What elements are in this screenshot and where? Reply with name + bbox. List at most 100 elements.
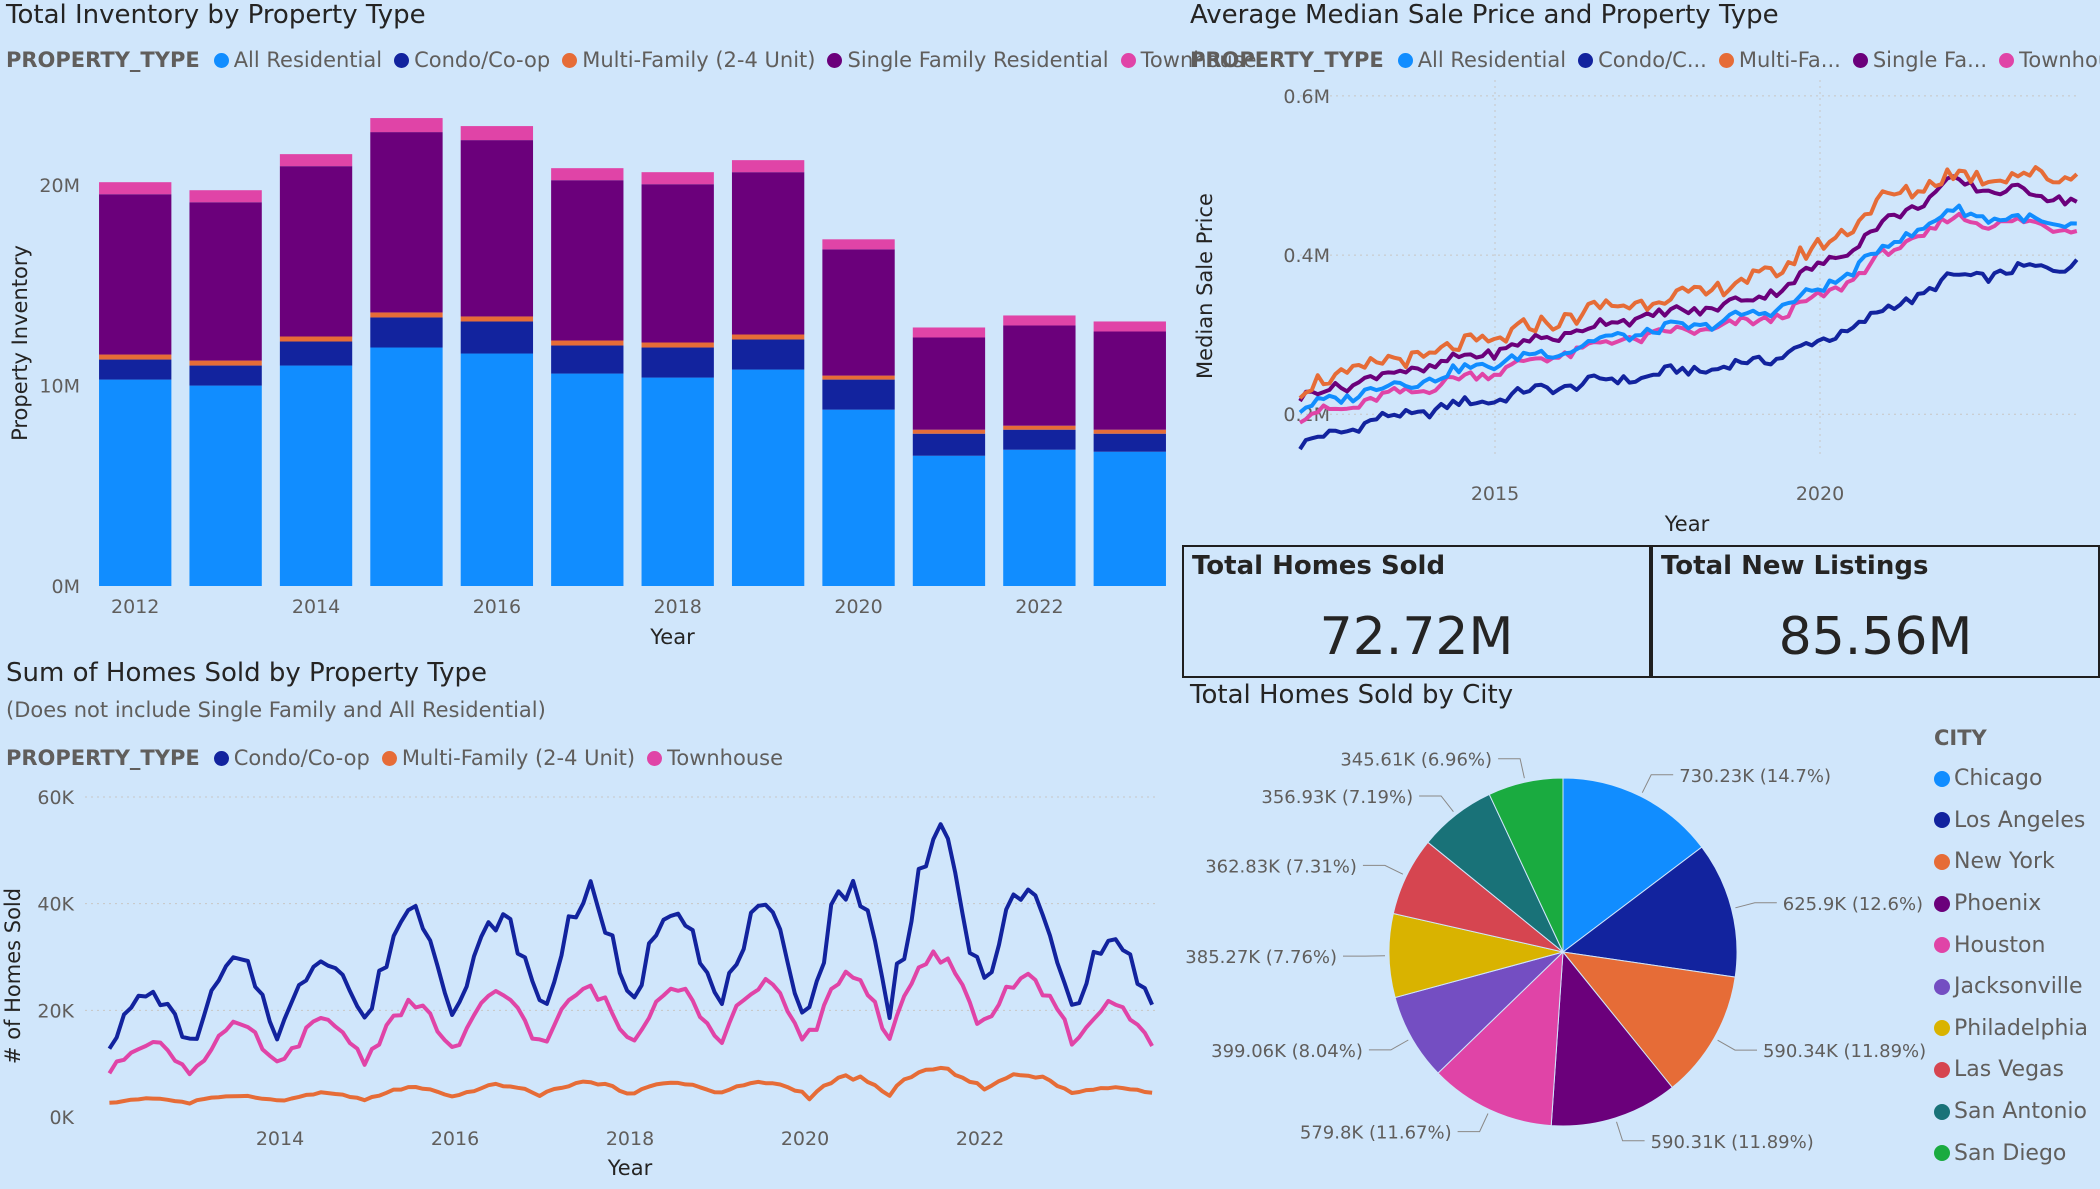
bar-segment (551, 373, 624, 586)
bar-segment (99, 182, 172, 195)
y-axis-title: # of Homes Sold (1, 888, 25, 1064)
bar-segment (460, 353, 534, 586)
bar-segment (99, 354, 172, 360)
bar-segment (1093, 321, 1166, 332)
legend-item[interactable]: San Diego (1934, 1132, 2088, 1174)
bar-segment (460, 316, 534, 322)
bar-segment (370, 317, 443, 348)
legend-item[interactable]: Philadelphia (1934, 1008, 2088, 1050)
bar-segment (1093, 331, 1166, 430)
bar-segment (912, 429, 986, 434)
x-tick-label: 2014 (292, 596, 340, 618)
legend-dot-icon (1934, 1145, 1950, 1162)
x-axis-title: Year (1664, 512, 1710, 536)
city-legend: CITY Chicago Los Angeles New York Phoenix Ho… (1934, 726, 2088, 1174)
data-label: 590.34K (11.89%) (1763, 1041, 1926, 1062)
data-label: 356.93K (7.19%) (1261, 787, 1413, 808)
legend-item[interactable]: Los Angeles (1934, 800, 2088, 842)
leader-line (1498, 758, 1525, 779)
price-visual[interactable]: Average Median Sale Price and Property T… (1184, 0, 2100, 540)
bar-segment (912, 455, 986, 586)
bar-segment (460, 321, 534, 354)
inventory-visual[interactable]: Total Inventory by Property Type PROPERT… (0, 0, 1257, 655)
x-tick-label: 2016 (431, 1128, 479, 1150)
y-tick-label: 20M (39, 175, 80, 197)
bar-segment (370, 312, 443, 318)
legend-item[interactable]: Jacksonville (1934, 966, 2088, 1008)
bar-segment (189, 385, 262, 586)
leader-line (1641, 774, 1674, 793)
leader-line (1457, 1113, 1489, 1133)
legend-dot-icon (1934, 1103, 1950, 1120)
bar-segment (731, 339, 805, 370)
price-line-chart[interactable]: 0.2M0.4M0.6M2015 2020YearMedian Sale Pric… (1184, 0, 2100, 540)
bar-segment (279, 365, 353, 586)
legend-dot-icon (1934, 937, 1950, 954)
legend-label: Houston (1954, 932, 2046, 958)
leader-line (1616, 1121, 1645, 1142)
y-tick-label: 0K (49, 1107, 74, 1129)
bar-segment (370, 132, 443, 313)
x-tick-label: 2016 (473, 596, 521, 618)
bar-segment (279, 336, 353, 342)
bar-segment (551, 345, 624, 374)
bar-segment (912, 337, 986, 430)
data-label: 730.23K (14.7%) (1679, 766, 1831, 787)
total-new-listings-card[interactable]: Total New Listings 85.56M (1651, 545, 2100, 678)
card-title: Total Homes Sold (1192, 551, 1446, 581)
bar-segment (551, 180, 624, 341)
legend-item[interactable]: San Antonio (1934, 1091, 2088, 1133)
legend-dot-icon (1934, 978, 1950, 995)
bar-segment (551, 340, 624, 346)
legend-label: Philadelphia (1954, 1015, 2089, 1041)
bar-segment (1093, 433, 1166, 452)
leader-line (1717, 1039, 1757, 1051)
data-label: 345.61K (6.96%) (1340, 750, 1492, 771)
bar-segment (99, 194, 172, 355)
sold-visual[interactable]: Sum of Homes Sold by Property Type (Does… (0, 658, 1180, 1189)
bar-segment (641, 377, 714, 586)
y-axis-title: Property Inventory (8, 245, 32, 441)
legend-item[interactable]: New York (1934, 841, 2088, 883)
y-tick-label: 10M (39, 376, 80, 398)
bar-segment (822, 379, 895, 410)
x-tick-label: 2020 (781, 1128, 829, 1150)
bar-segment (99, 359, 172, 380)
y-tick-label: 40K (37, 894, 74, 916)
bar-segment (822, 409, 895, 586)
bar-segment (1093, 429, 1166, 434)
bar-segment (1003, 429, 1076, 450)
data-label: 625.9K (12.6%) (1783, 894, 1923, 915)
y-axis-title: Median Sale Price (1193, 193, 1217, 379)
legend-dot-icon (1934, 853, 1950, 870)
bar-segment (731, 172, 805, 335)
x-tick-label: 2018 (606, 1128, 654, 1150)
y-tick-label: 20K (37, 1000, 74, 1022)
leader-line (1362, 864, 1404, 875)
y-tick-label: 0M (52, 576, 80, 598)
legend-item[interactable]: Chicago (1934, 758, 2088, 800)
sold-line-chart[interactable]: 0K 20K 40K 60K 2014 2016 2018 2020 2022 Year # of … (0, 658, 1180, 1189)
legend-label: Los Angeles (1954, 807, 2086, 833)
bar-segment (189, 190, 262, 203)
legend-label: New York (1954, 849, 2055, 875)
inventory-bar-chart[interactable]: 0M 10M 20M 2012 2014 2016 2018 2020 2022 Year Prop… (0, 0, 1180, 655)
bar-segment (460, 140, 534, 317)
bar-segment (822, 375, 895, 380)
legend-item[interactable]: Phoenix (1934, 883, 2088, 925)
leader-line (1735, 902, 1777, 909)
legend-item[interactable]: Las Vegas (1934, 1049, 2088, 1091)
data-label: 590.31K (11.89%) (1651, 1132, 1814, 1153)
series-line (1298, 211, 2078, 425)
legend-item[interactable]: Houston (1934, 924, 2088, 966)
legend-dot-icon (1934, 770, 1950, 787)
total-homes-sold-card[interactable]: Total Homes Sold 72.72M (1182, 545, 1651, 678)
bar-segment (1003, 315, 1076, 326)
leader-line (1368, 1039, 1409, 1051)
card-value: 72.72M (1319, 607, 1514, 667)
x-tick-label: 2022 (1015, 596, 1063, 618)
series-line (1298, 203, 2077, 414)
bar-segment (279, 341, 353, 366)
bar-segment (189, 202, 262, 361)
bar-segment (551, 168, 624, 181)
